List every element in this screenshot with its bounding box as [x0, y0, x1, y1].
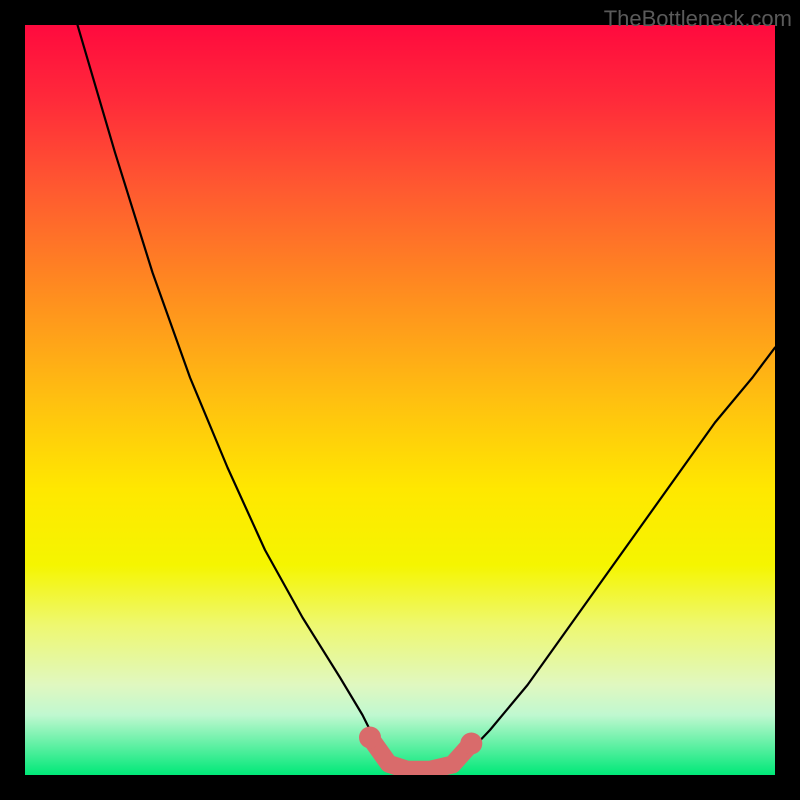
highlight-dot-1 [460, 733, 482, 755]
curve-curve-right [460, 348, 775, 762]
chart-svg [25, 25, 775, 775]
watermark-text: TheBottleneck.com [604, 6, 792, 32]
highlight-dot-0 [359, 727, 381, 749]
chart-frame [25, 25, 775, 775]
highlight-band [370, 738, 471, 770]
curve-curve-left [78, 25, 389, 764]
